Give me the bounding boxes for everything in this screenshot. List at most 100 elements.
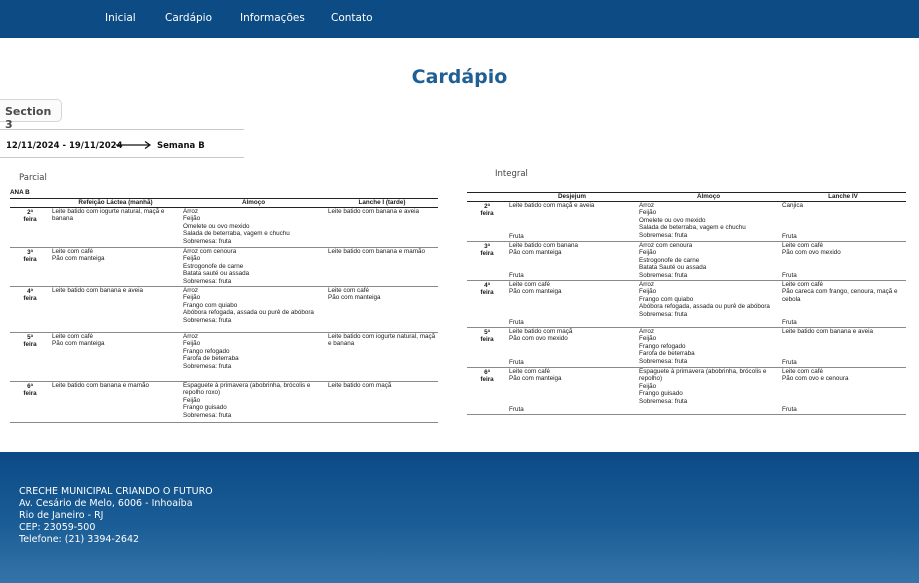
desjejum-cell-line: Pão com ovo mexido: [509, 335, 568, 342]
desjejum-cell-line: Leite batido com banana: [509, 241, 578, 249]
almoco-cell-line: Arroz com cenoura: [639, 241, 693, 249]
nav-link-inicial[interactable]: Inicial: [105, 12, 136, 24]
lanche-cell-line: Pão com manteiga: [328, 294, 381, 301]
table-row: 2ª feira Leite batido com iogurte natural,…: [10, 207, 438, 248]
desjejum-cell-line: Leite batido com maçã: [509, 327, 573, 335]
day-cell-line: feira: [23, 216, 37, 223]
almoco-cell-line: Frango refogado: [183, 347, 230, 355]
almoco-cell: Arroz com cenoura Feijão Estrogonofe de ca…: [181, 247, 326, 287]
desjejum-cell-line: Leite batido com maçã e aveia: [509, 201, 595, 209]
desjejum-cell: Leite batido com maçã e aveia Fruta: [507, 201, 637, 242]
almoco-cell-line: Batata Sauté ou assada: [639, 264, 707, 271]
partial-header-lactea: Refeição Láctea (manhã): [50, 198, 181, 208]
day-cell-line: feira: [23, 256, 37, 263]
lactea-cell: Leite com café Pão com manteiga: [50, 332, 181, 382]
lanche-cell-line: Leite batido com iogurte natural, maçã e…: [328, 332, 436, 348]
partial-table-title: ANA B: [10, 189, 30, 196]
desjejum-fruit: Fruta: [509, 319, 524, 326]
day-cell-line: feira: [480, 289, 494, 296]
almoco-cell: Arroz com cenoura Feijão Estrogonofe de ca…: [637, 241, 780, 281]
table-row: 6ª feira Leite com café Pão com manteiga Fru…: [467, 367, 906, 415]
almoco-cell-line: Arroz: [639, 327, 655, 335]
lanche-fruit: Fruta: [782, 359, 797, 366]
desjejum-cell-line: Pão com manteiga: [509, 249, 562, 256]
integral-menu-table: Desjejum Almoço Lanche IV 2ª feira Leite b…: [467, 192, 906, 415]
lanche-cell-line: Leite batido com banana e aveia: [782, 327, 874, 335]
almoco-cell: Arroz Feijão Frango com quiabo Abóbora refo…: [637, 280, 780, 328]
lanche-cell-line: Canjica: [782, 201, 803, 209]
integral-label: Integral: [495, 169, 528, 179]
day-cell: 4ª feira: [467, 280, 507, 328]
section-label: Section 3: [0, 99, 62, 131]
almoco-cell-line: Feijão: [639, 288, 657, 295]
almoco-cell-line: Abóbora refogada, assada ou purê de abób…: [639, 303, 770, 310]
almoco-cell-line: Sobremesa: fruta: [183, 316, 232, 324]
almoco-cell: Arroz Feijão Frango com quiabo Abóbora refo…: [181, 286, 326, 333]
desjejum-cell: Leite batido com maçã Pão com ovo mexido F…: [507, 327, 637, 368]
almoco-cell-line: Frango refogado: [639, 342, 686, 350]
almoco-cell-line: Feijão: [183, 396, 201, 404]
lanche-fruit: Fruta: [782, 272, 797, 279]
day-cell-line: 6ª: [484, 368, 490, 376]
almoco-cell-line: Feijão: [183, 215, 201, 222]
almoco-cell-line: Sobremesa: fruta: [639, 397, 688, 405]
nav-link-cardapio[interactable]: Cardápio: [165, 12, 212, 24]
lanche-cell-line: Leite com café: [328, 286, 369, 294]
lactea-cell-line: Pão com manteiga: [52, 340, 105, 347]
day-cell-line: 4ª: [484, 281, 490, 289]
lactea-cell-line: Leite com café: [52, 247, 93, 255]
desjejum-cell: Leite com café Pão com manteiga Fruta: [507, 367, 637, 415]
lanche-fruit: Fruta: [782, 319, 797, 326]
nav-link-informacoes[interactable]: Informações: [240, 12, 305, 24]
table-row: 6ª feira Leite batido com banana e mamão Es…: [10, 381, 438, 423]
day-cell-line: 5ª: [484, 328, 490, 336]
day-cell-line: feira: [480, 210, 494, 217]
top-nav: Inicial Cardápio Informações Contato: [0, 0, 919, 38]
lanche-cell-line: Pão com ovo mexido: [782, 249, 841, 256]
table-row: 2ª feira Leite batido com maçã e aveia Frut…: [467, 201, 906, 242]
almoco-cell-line: Sobremesa: fruta: [183, 411, 232, 419]
almoco-cell: Arroz Feijão Frango refogado Farofa de bete…: [637, 327, 780, 368]
table-row: 3ª feira Leite batido com banana Pão com ma…: [467, 241, 906, 281]
day-cell: 6ª feira: [467, 367, 507, 415]
partial-header-lanche: Lanche I (tarde): [326, 198, 438, 208]
day-cell-line: 3ª: [484, 242, 490, 250]
lactea-cell-line: Pão com manteiga: [52, 255, 105, 262]
day-cell: 3ª feira: [10, 247, 50, 287]
day-cell-line: feira: [480, 250, 494, 257]
almoco-cell-line: Sobremesa: fruta: [639, 271, 688, 279]
day-cell-line: 3ª: [27, 248, 33, 256]
lanche-fruit: Fruta: [782, 233, 797, 240]
day-cell-line: 6ª: [27, 382, 33, 390]
lactea-cell-line: Leite com café: [52, 332, 93, 340]
almoco-cell-line: Sobremesa: fruta: [183, 362, 232, 370]
almoco-cell-line: Frango guisado: [183, 404, 227, 411]
desjejum-cell: Leite com café Pão com manteiga Fruta: [507, 280, 637, 328]
lactea-cell: Leite batido com iogurte natural, maçã e…: [50, 207, 181, 248]
week-top-divider: [0, 129, 244, 130]
table-row: 3ª feira Leite com café Pão com manteiga Arr…: [10, 247, 438, 287]
almoco-cell-line: Arroz: [639, 280, 655, 288]
almoco-cell-line: Frango com quiabo: [639, 295, 694, 303]
day-cell: 2ª feira: [10, 207, 50, 248]
lanche-cell-line: Leite batido com maçã: [328, 381, 392, 389]
table-row: 5ª feira Leite batido com maçã Pão com ovo …: [467, 327, 906, 368]
footer-school-name: CRECHE MUNICIPAL CRIANDO O FUTURO: [19, 486, 213, 497]
nav-link-contato[interactable]: Contato: [331, 12, 373, 24]
integral-header-desjejum: Desjejum: [507, 192, 637, 202]
day-cell-line: feira: [23, 341, 37, 348]
lanche-cell-line: Pão careca com frango, cenoura, maçã e c…: [782, 288, 898, 303]
almoco-cell-line: Batata sauté ou assada: [183, 270, 250, 277]
desjejum-cell-line: Leite com café: [509, 280, 550, 288]
table-row: 5ª feira Leite com café Pão com manteiga Arr…: [10, 332, 438, 382]
lanche-cell: Leite com café Pão com manteiga: [326, 286, 438, 333]
lactea-cell: Leite com café Pão com manteiga: [50, 247, 181, 287]
footer-contact: CRECHE MUNICIPAL CRIANDO O FUTURO Av. Ce…: [19, 486, 213, 546]
day-cell-line: feira: [23, 390, 37, 397]
almoco-cell-line: Sobremesa: fruta: [183, 237, 232, 245]
desjejum-cell-line: Pão com manteiga: [509, 375, 562, 382]
lanche-cell: Leite com café Pão com ovo mexido Fruta: [780, 241, 906, 281]
almoco-cell-line: Feijão: [639, 382, 657, 390]
integral-header-lanche: Lanche IV: [780, 192, 906, 202]
lactea-cell: Leite batido com banana e mamão: [50, 381, 181, 423]
